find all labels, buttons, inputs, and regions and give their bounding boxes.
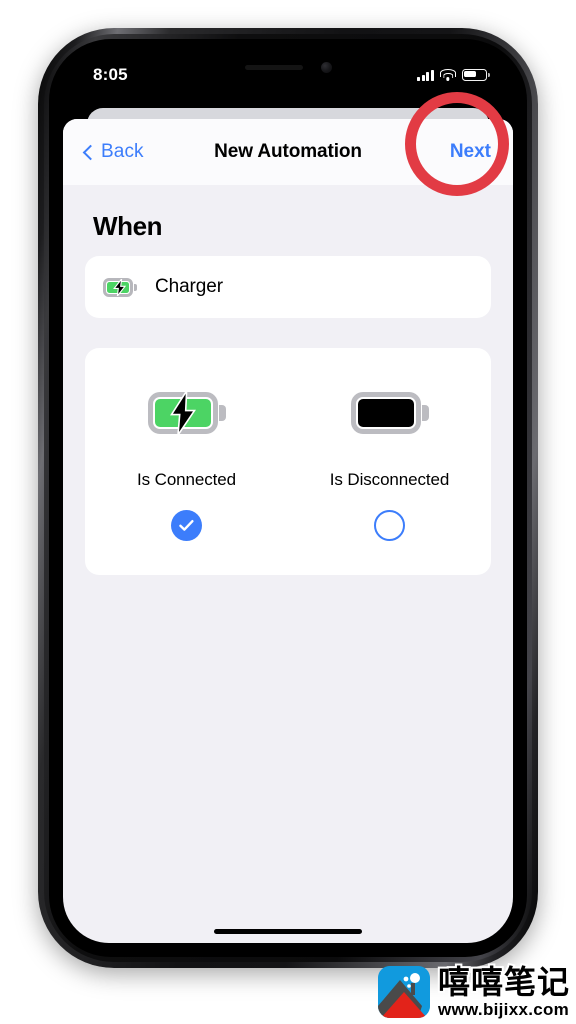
device-notch — [204, 53, 372, 82]
phone-screen: 8:05 Back New Automation Next When Charg… — [63, 53, 513, 943]
watermark-brand: 嘻嘻笔记 — [436, 963, 571, 1001]
watermark-text: 嘻嘻笔记 www.bijixx.com — [436, 963, 571, 1020]
back-button[interactable]: Back — [82, 141, 144, 163]
battery-icon — [462, 69, 491, 81]
option-is-connected[interactable]: Is Connected — [85, 391, 288, 541]
lightning-bolt-icon — [113, 278, 127, 296]
modal-sheet: Back New Automation Next When Charger Is… — [63, 119, 513, 943]
back-button-label: Back — [101, 141, 144, 162]
radio-unselected-is-disconnected[interactable] — [374, 510, 405, 541]
charging-battery-icon — [147, 391, 226, 435]
wifi-icon — [440, 69, 456, 81]
radio-selected-is-connected[interactable] — [171, 510, 202, 541]
option-is-disconnected[interactable]: Is Disconnected — [288, 392, 491, 541]
front-camera-icon — [320, 62, 332, 73]
earpiece-speaker-icon — [244, 65, 303, 70]
watermark-url: www.bijixx.com — [436, 999, 570, 1019]
navigation-bar: Back New Automation Next — [63, 119, 513, 185]
next-button[interactable]: Next — [450, 141, 491, 163]
home-indicator[interactable] — [214, 929, 362, 934]
screenshot-stage: 8:05 Back New Automation Next When Charg… — [0, 0, 576, 1024]
lightning-bolt-icon — [169, 391, 196, 435]
chevron-left-icon — [82, 144, 99, 160]
trigger-row-label: Charger — [155, 276, 223, 297]
section-heading-when: When — [93, 211, 163, 241]
mountain-logo-icon — [377, 966, 430, 1018]
trigger-row-charger[interactable]: Charger — [85, 256, 491, 318]
checkmark-icon — [179, 520, 194, 531]
status-bar-time: 8:05 — [93, 65, 128, 84]
status-bar-indicators — [417, 69, 491, 81]
option-label: Is Disconnected — [329, 470, 450, 489]
watermark: 嘻嘻笔记 www.bijixx.com — [377, 963, 571, 1020]
empty-battery-icon — [350, 392, 429, 434]
signal-bars-icon — [417, 69, 434, 81]
sheet-content: When Charger Is Connected Is Disconnecte… — [63, 211, 513, 575]
trigger-options-card: Is Connected Is Disconnected — [85, 348, 491, 575]
charging-battery-icon — [103, 277, 137, 297]
option-label: Is Connected — [137, 470, 236, 489]
